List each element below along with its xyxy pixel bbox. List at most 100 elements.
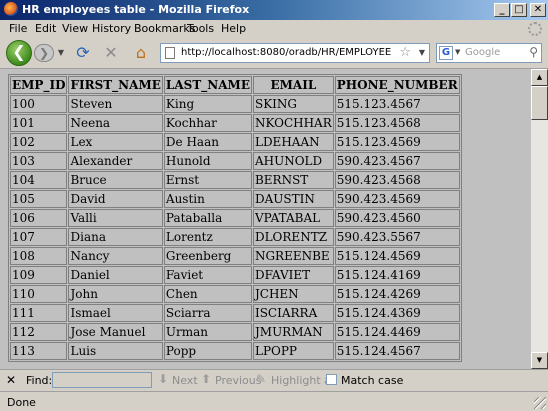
- star-icon[interactable]: ☆: [399, 45, 411, 60]
- menu-file[interactable]: File: [9, 22, 27, 35]
- scroll-thumb[interactable]: [531, 86, 548, 120]
- url-text[interactable]: http://localhost:8080/oradb/HR/EMPLOYEES…: [181, 47, 391, 58]
- menu-tools[interactable]: Tools: [187, 22, 214, 35]
- table-header-row: EMP_ID FIRST_NAME LAST_NAME EMAIL PHONE_NUMB…: [10, 76, 460, 94]
- resize-grip-icon[interactable]: [534, 397, 546, 409]
- first-name-cell: Lex: [68, 133, 163, 151]
- find-input[interactable]: [52, 372, 152, 388]
- phone-cell: 515.123.4568: [334, 114, 460, 132]
- find-previous-button[interactable]: Previous: [215, 374, 262, 387]
- find-label: Find:: [26, 374, 53, 387]
- menu-help[interactable]: Help: [221, 22, 246, 35]
- phone-cell: 515.123.4569: [334, 133, 460, 151]
- last-name-cell: Pataballa: [163, 209, 252, 227]
- url-bar[interactable]: http://localhost:8080/oradb/HR/EMPLOYEES…: [160, 43, 430, 63]
- menu-view[interactable]: View: [62, 22, 88, 35]
- emp-id-cell: 102: [10, 133, 68, 151]
- match-case-checkbox[interactable]: [326, 374, 337, 385]
- first-name-cell: Valli: [68, 209, 163, 227]
- page-icon: [165, 47, 175, 59]
- maximize-button[interactable]: □: [511, 3, 527, 17]
- history-dropdown-icon[interactable]: ▼: [56, 46, 66, 60]
- emp-id-cell: 113: [10, 342, 68, 360]
- first-name-cell: Bruce: [68, 171, 163, 189]
- email-cell: NKOCHHAR: [252, 114, 334, 132]
- reload-icon[interactable]: ⟳: [74, 44, 92, 62]
- scroll-up-arrow-icon[interactable]: ▲: [531, 69, 548, 86]
- status-text: Done: [7, 396, 36, 409]
- first-name-cell: Alexander: [68, 152, 163, 170]
- home-icon[interactable]: ⌂: [132, 44, 150, 62]
- match-case-label[interactable]: Match case: [341, 374, 403, 387]
- back-arrow-icon[interactable]: ❮: [6, 40, 32, 66]
- column-header-phone-number: PHONE_NUMBER: [334, 76, 460, 94]
- first-name-cell: Steven: [68, 95, 163, 113]
- table-row: 103 Alexander Hunold AHUNOLD 590.423.4567: [10, 152, 460, 170]
- window-title-bar: HR employees table - Mozilla Firefox _ □…: [0, 0, 548, 20]
- last-name-cell: Faviet: [163, 266, 252, 284]
- employees-table: EMP_ID FIRST_NAME LAST_NAME EMAIL PHONE_NUMB…: [8, 74, 462, 362]
- last-name-cell: King: [163, 95, 252, 113]
- table-row: 113 Luis Popp LPOPP 515.124.4567: [10, 342, 460, 360]
- magnifier-icon[interactable]: ⚲: [529, 45, 538, 59]
- email-cell: NGREENBE: [252, 247, 334, 265]
- email-cell: DAUSTIN: [252, 190, 334, 208]
- last-name-cell: De Haan: [163, 133, 252, 151]
- emp-id-cell: 107: [10, 228, 68, 246]
- menu-edit[interactable]: Edit: [35, 22, 56, 35]
- table-row: 104 Bruce Ernst BERNST 590.423.4568: [10, 171, 460, 189]
- email-cell: DLORENTZ: [252, 228, 334, 246]
- last-name-cell: Sciarra: [163, 304, 252, 322]
- last-name-cell: Urman: [163, 323, 252, 341]
- emp-id-cell: 106: [10, 209, 68, 227]
- emp-id-cell: 101: [10, 114, 68, 132]
- url-dropdown-icon[interactable]: ▼: [419, 48, 425, 57]
- emp-id-cell: 110: [10, 285, 68, 303]
- email-cell: JMURMAN: [252, 323, 334, 341]
- column-header-email: EMAIL: [252, 76, 334, 94]
- search-bar[interactable]: G ▼ Google ⚲: [436, 43, 542, 63]
- emp-id-cell: 111: [10, 304, 68, 322]
- down-arrow-icon[interactable]: ⬇: [158, 372, 168, 386]
- stop-icon[interactable]: ✕: [102, 44, 120, 62]
- up-arrow-icon[interactable]: ⬆: [201, 372, 211, 386]
- engine-dropdown-icon[interactable]: ▼: [455, 48, 460, 56]
- table-row: 111 Ismael Sciarra ISCIARRA 515.124.4369: [10, 304, 460, 322]
- scroll-down-arrow-icon[interactable]: ▼: [531, 352, 548, 369]
- phone-cell: 590.423.4568: [334, 171, 460, 189]
- table-row: 101 Neena Kochhar NKOCHHAR 515.123.4568: [10, 114, 460, 132]
- emp-id-cell: 104: [10, 171, 68, 189]
- vertical-scrollbar[interactable]: ▲ ▼: [531, 69, 548, 369]
- close-find-bar-icon[interactable]: ✕: [6, 373, 16, 387]
- firefox-logo-icon: [4, 2, 18, 16]
- email-cell: BERNST: [252, 171, 334, 189]
- table-row: 112 Jose Manuel Urman JMURMAN 515.124.4469: [10, 323, 460, 341]
- email-cell: SKING: [252, 95, 334, 113]
- forward-arrow-icon[interactable]: ❯: [34, 44, 54, 62]
- phone-cell: 515.123.4567: [334, 95, 460, 113]
- column-header-emp-id: EMP_ID: [10, 76, 68, 94]
- last-name-cell: Hunold: [163, 152, 252, 170]
- first-name-cell: Nancy: [68, 247, 163, 265]
- find-next-button[interactable]: Next: [172, 374, 198, 387]
- highlighter-icon[interactable]: ✎: [256, 372, 266, 386]
- search-input[interactable]: Google: [465, 47, 500, 58]
- last-name-cell: Popp: [163, 342, 252, 360]
- page-content: EMP_ID FIRST_NAME LAST_NAME EMAIL PHONE_NUMB…: [0, 69, 531, 369]
- close-window-button[interactable]: ✕: [530, 3, 546, 17]
- table-row: 106 Valli Pataballa VPATABAL 590.423.4560: [10, 209, 460, 227]
- menu-history[interactable]: History: [92, 22, 131, 35]
- emp-id-cell: 108: [10, 247, 68, 265]
- minimize-button[interactable]: _: [494, 3, 510, 17]
- emp-id-cell: 105: [10, 190, 68, 208]
- first-name-cell: Ismael: [68, 304, 163, 322]
- table-row: 109 Daniel Faviet DFAVIET 515.124.4169: [10, 266, 460, 284]
- emp-id-cell: 103: [10, 152, 68, 170]
- phone-cell: 515.124.4369: [334, 304, 460, 322]
- table-row: 110 John Chen JCHEN 515.124.4269: [10, 285, 460, 303]
- phone-cell: 590.423.5567: [334, 228, 460, 246]
- google-engine-icon[interactable]: G: [439, 46, 453, 60]
- email-cell: LPOPP: [252, 342, 334, 360]
- table-body: 100 Steven King SKING 515.123.4567 101 Neena Ko…: [10, 95, 460, 360]
- last-name-cell: Kochhar: [163, 114, 252, 132]
